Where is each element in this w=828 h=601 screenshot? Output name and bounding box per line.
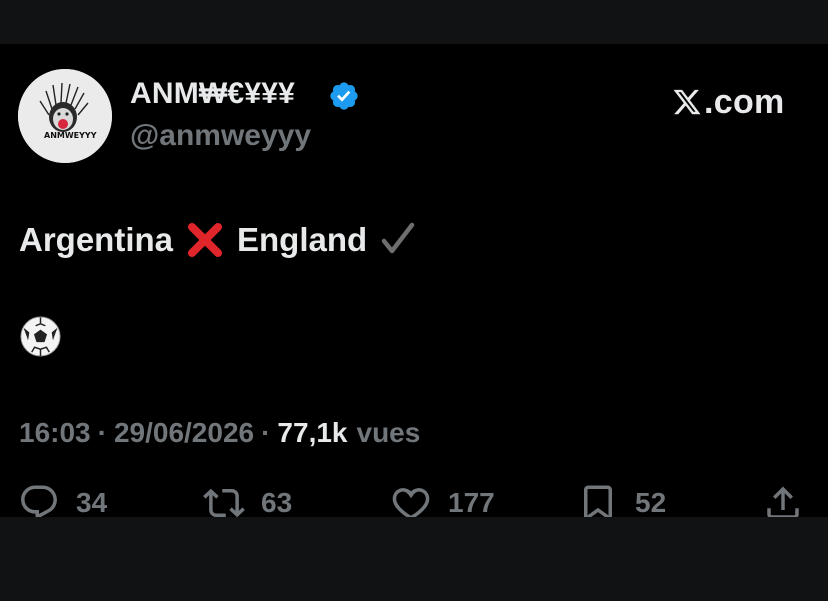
top-border-strip [0,0,828,44]
x-logo-icon [673,89,701,115]
tweet-time[interactable]: 16:03 [19,417,91,449]
avatar-text: ANMWEYYY [44,131,97,140]
soccer-ball-icon [20,316,61,357]
brand-logo: .com [672,82,785,122]
views-label: vues [356,417,421,448]
brand-domain: .com [704,82,785,121]
verified-badge-icon [330,82,358,110]
display-name[interactable]: ANM₩€¥¥¥ [130,77,295,111]
check-mark-icon [381,222,415,254]
repost-count: 63 [261,487,293,518]
tweet-meta: 16:03 · 29/06/2026 · 77,1k vues [19,415,420,451]
meta-separator: · [261,417,271,448]
tweet-date[interactable]: 29/06/2026 [114,417,254,449]
tweet-text: Argentina England [19,218,417,262]
like-count: 177 [448,487,495,518]
user-handle[interactable]: @anmweyyy [130,119,311,153]
views-count: 77,1k [277,417,348,448]
meta-separator: · [97,417,107,448]
bottom-border-strip [0,517,828,601]
reply-count: 34 [76,487,108,518]
cross-mark-icon [188,223,223,257]
avatar[interactable]: ANMWEYYY [18,69,112,163]
tweet-word-england: England [237,221,368,258]
bookmark-count: 52 [635,487,667,518]
tweet-word-argentina: Argentina [19,221,174,258]
